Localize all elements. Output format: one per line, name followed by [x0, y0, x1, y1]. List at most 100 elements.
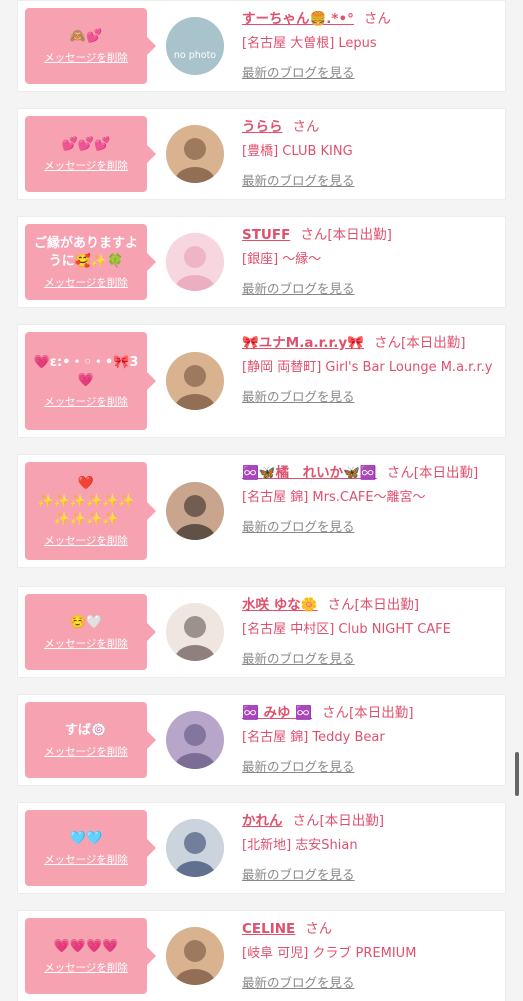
shop-info: [名古屋 中村区] Club NIGHT CAFE [242, 622, 451, 637]
message-text: すば🍥 [64, 722, 108, 738]
message-text: 💗ε:•・◦・•🎀3💗 [33, 354, 139, 388]
avatar[interactable] [166, 233, 224, 291]
name-row: 🎀ユナM.a.r.r.y🎀 さん[本日出勤] [242, 334, 500, 353]
avatar[interactable] [166, 819, 224, 877]
message-bubble: ☺️🤍 メッセージを削除 [25, 594, 156, 670]
message-text: ❤️ ✨✨✨✨✨✨ ✨✨✨✨ [37, 475, 135, 527]
cast-info: 🎀ユナM.a.r.r.y🎀 さん[本日出勤] [静岡 両替町] Girl's Bar… [242, 334, 500, 405]
cast-info: CELINE さん [岐阜 可児] クラブ PREMIUM 最新のブログを見る [242, 920, 500, 991]
honorific-status: さん [292, 119, 320, 135]
cast-info: ♾️🦋橘 れいか🦋♾️ さん[本日出勤] [名古屋 錦] Mrs.CAFE〜離宮〜最… [242, 464, 500, 535]
delete-message-link[interactable]: メッセージを削除 [44, 852, 128, 867]
honorific-status: さん [363, 11, 391, 27]
message-text: 🙈💕 [69, 28, 103, 44]
avatar[interactable] [166, 603, 224, 661]
shop-info: [静岡 両替町] Girl's Bar Lounge M.a.r.r.y [242, 360, 493, 375]
delete-message-link[interactable]: メッセージを削除 [44, 275, 128, 290]
shop-info: [豊橋] CLUB KING [242, 144, 353, 159]
avatar[interactable] [166, 927, 224, 985]
favorite-card: ☺️🤍 メッセージを削除 水咲 ゆな🌼 さん[本日出勤] [名古屋 中村区] Club … [18, 587, 505, 677]
latest-blog-link[interactable]: 最新のブログを見る [242, 972, 355, 991]
avatar[interactable] [166, 482, 224, 540]
shop-info: [名古屋 錦] Mrs.CAFE〜離宮〜 [242, 490, 426, 505]
delete-message-link[interactable]: メッセージを削除 [44, 50, 128, 65]
delete-message-link[interactable]: メッセージを削除 [44, 533, 128, 548]
message-bubble: ❤️ ✨✨✨✨✨✨ ✨✨✨✨ メッセージを削除 [25, 462, 156, 560]
delete-message-link[interactable]: メッセージを削除 [44, 960, 128, 975]
honorific-status: さん[本日出勤] [373, 335, 466, 351]
message-text: 💗💗💗💗 [53, 938, 119, 954]
honorific-status: さん[本日出勤] [292, 813, 385, 829]
avatar[interactable] [166, 352, 224, 410]
shop-info: [北新地] 志安Shian [242, 838, 358, 853]
favorite-card: 🙈💕 メッセージを削除 no photo すーちゃん🍔.*•° さん [名古屋 大曽根] … [18, 1, 505, 91]
cast-name-link[interactable]: すーちゃん🍔.*•° [242, 11, 354, 27]
message-bubble: 💗💗💗💗 メッセージを削除 [25, 918, 156, 994]
favorite-card: すば🍥 メッセージを削除 ♾️ みゆ ♾️ さん[本日出勤] [名古屋 錦] Teddy… [18, 695, 505, 785]
message-bubble: 💗ε:•・◦・•🎀3💗 メッセージを削除 [25, 332, 156, 430]
honorific-status: さん[本日出勤] [300, 227, 392, 243]
cast-name-link[interactable]: 🎀ユナM.a.r.r.y🎀 [242, 335, 364, 351]
message-text: ご縁がありますように🥰✨🍀 [33, 235, 138, 269]
cast-name-link[interactable]: かれん [242, 813, 283, 829]
cast-info: うらら さん [豊橋] CLUB KING 最新のブログを見る [242, 118, 500, 189]
message-bubble: 🩵🩵 メッセージを削除 [25, 810, 156, 886]
cast-info: ♾️ みゆ ♾️ さん[本日出勤] [名古屋 錦] Teddy Bear 最新のブログ… [242, 704, 500, 775]
no-photo-label: no photo [173, 50, 217, 61]
latest-blog-link[interactable]: 最新のブログを見る [242, 62, 355, 81]
avatar[interactable]: no photo [166, 17, 224, 75]
avatar[interactable] [166, 711, 224, 769]
delete-message-link[interactable]: メッセージを削除 [44, 636, 128, 651]
message-bubble: 🙈💕 メッセージを削除 [25, 8, 156, 84]
cast-name-link[interactable]: ♾️ みゆ ♾️ [242, 705, 312, 721]
cast-name-link[interactable]: 水咲 ゆな🌼 [242, 597, 318, 613]
latest-blog-link[interactable]: 最新のブログを見る [242, 648, 355, 667]
message-text: 🩵🩵 [69, 830, 103, 846]
honorific-status: さん[本日出勤] [322, 705, 414, 721]
honorific-status: さん[本日出勤] [386, 465, 479, 481]
latest-blog-link[interactable]: 最新のブログを見る [242, 756, 355, 775]
delete-message-link[interactable]: メッセージを削除 [44, 158, 128, 173]
cast-info: 水咲 ゆな🌼 さん[本日出勤] [名古屋 中村区] Club NIGHT CAFE 最… [242, 596, 500, 667]
latest-blog-link[interactable]: 最新のブログを見る [242, 386, 355, 405]
favorite-card: ❤️ ✨✨✨✨✨✨ ✨✨✨✨ メッセージを削除 ♾️🦋橘 れいか🦋♾️ さん[本日出勤… [18, 455, 505, 567]
favorite-card: 💗ε:•・◦・•🎀3💗 メッセージを削除 🎀ユナM.a.r.r.y🎀 さん[本日出勤]… [18, 325, 505, 437]
name-row: かれん さん[本日出勤] [242, 812, 500, 831]
favorite-card: ご縁がありますように🥰✨🍀 メッセージを削除 STUFF さん[本日出勤] [銀座] 〜… [18, 217, 505, 307]
shop-info: [銀座] 〜縁〜 [242, 252, 322, 267]
shop-info: [名古屋 大曽根] Lepus [242, 36, 377, 51]
message-bubble: 💕💕💕 メッセージを削除 [25, 116, 156, 192]
latest-blog-link[interactable]: 最新のブログを見る [242, 864, 355, 883]
honorific-status: さん[本日出勤] [327, 597, 420, 613]
message-text: ☺️🤍 [69, 614, 103, 630]
message-text: 💕💕💕 [61, 136, 111, 152]
cast-name-link[interactable]: CELINE [242, 921, 295, 937]
favorite-card: 💗💗💗💗 メッセージを削除 CELINE さん [岐阜 可児] クラブ PREMIUM 最… [18, 911, 505, 1001]
avatar[interactable] [166, 125, 224, 183]
honorific-status: さん [305, 921, 333, 937]
latest-blog-link[interactable]: 最新のブログを見る [242, 278, 355, 297]
name-row: うらら さん [242, 118, 500, 137]
scrollbar[interactable] [515, 752, 519, 796]
cast-name-link[interactable]: ♾️🦋橘 れいか🦋♾️ [242, 465, 377, 481]
message-bubble: すば🍥 メッセージを削除 [25, 702, 156, 778]
name-row: ♾️ みゆ ♾️ さん[本日出勤] [242, 704, 500, 723]
delete-message-link[interactable]: メッセージを削除 [44, 744, 128, 759]
name-row: 水咲 ゆな🌼 さん[本日出勤] [242, 596, 500, 615]
cast-name-link[interactable]: うらら [242, 119, 283, 135]
latest-blog-link[interactable]: 最新のブログを見る [242, 516, 355, 535]
favorite-card: 💕💕💕 メッセージを削除 うらら さん [豊橋] CLUB KING 最新のブログを見る [18, 109, 505, 199]
name-row: CELINE さん [242, 920, 500, 939]
name-row: すーちゃん🍔.*•° さん [242, 10, 500, 29]
cast-name-link[interactable]: STUFF [242, 227, 290, 243]
message-bubble: ご縁がありますように🥰✨🍀 メッセージを削除 [25, 224, 156, 300]
cast-info: かれん さん[本日出勤] [北新地] 志安Shian 最新のブログを見る [242, 812, 500, 883]
latest-blog-link[interactable]: 最新のブログを見る [242, 170, 355, 189]
shop-info: [名古屋 錦] Teddy Bear [242, 730, 385, 745]
name-row: ♾️🦋橘 れいか🦋♾️ さん[本日出勤] [242, 464, 500, 483]
delete-message-link[interactable]: メッセージを削除 [44, 394, 128, 409]
cast-info: STUFF さん[本日出勤] [銀座] 〜縁〜最新のブログを見る [242, 226, 500, 297]
name-row: STUFF さん[本日出勤] [242, 226, 500, 245]
shop-info: [岐阜 可児] クラブ PREMIUM [242, 946, 417, 961]
cast-info: すーちゃん🍔.*•° さん [名古屋 大曽根] Lepus 最新のブログを見る [242, 10, 500, 81]
